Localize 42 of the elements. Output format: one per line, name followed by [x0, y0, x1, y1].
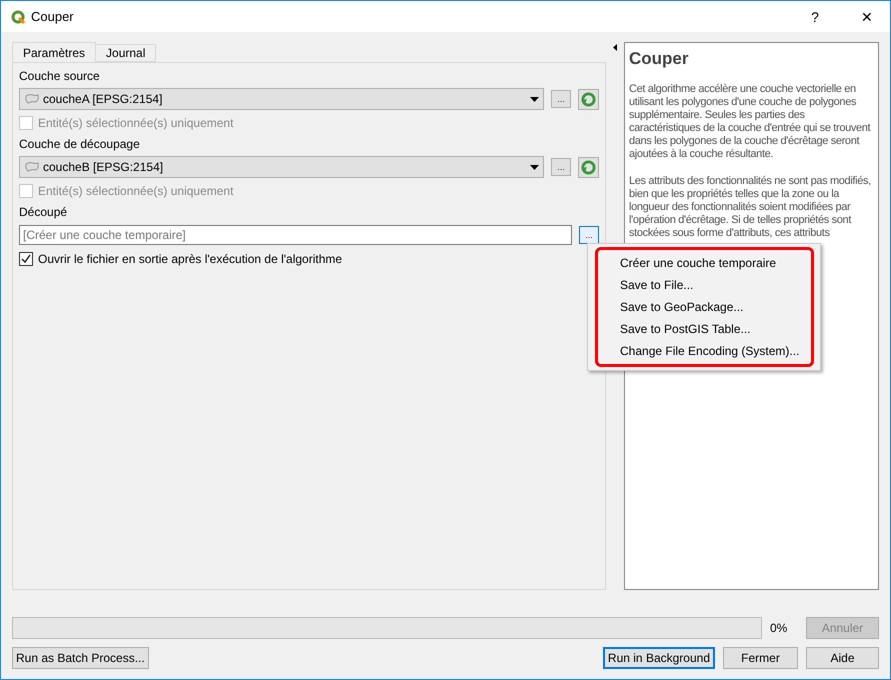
polygon-icon [24, 93, 40, 105]
window-title: Couper [31, 9, 75, 24]
polygon-icon [24, 161, 40, 173]
menu-item[interactable]: Save to GeoPackage... [598, 296, 811, 318]
dialog-button[interactable]: Aide [806, 647, 879, 669]
menu-item[interactable]: Créer une couche temporaire [598, 252, 811, 274]
checkbox-label: Entité(s) sélectionnée(s) uniquement [38, 116, 234, 130]
browse-button[interactable]: ... [579, 226, 599, 244]
field-label: Couche source [19, 68, 101, 84]
dialog-button[interactable]: Run in Background [602, 647, 715, 669]
menu-item[interactable]: Save to File... [598, 274, 811, 296]
refresh-icon [581, 160, 596, 174]
dialog-button[interactable]: Run as Batch Process... [12, 647, 149, 669]
tab[interactable]: Paramètres [12, 42, 96, 62]
collapse-arrow-icon[interactable] [613, 44, 617, 51]
progress-reading: 0% [770, 621, 788, 635]
app-logo-icon [11, 10, 25, 24]
field-label: Couche de découpage [19, 136, 141, 152]
help-paragraph: Les attributs des fonctionnalités ne sont pas modifiés, bien que les propriétés telles que la zone ou la longueur des fonctionnalités soient modifiées par l'opération d'écrêtage. Si de telles propriétés sont stockées sous forme d'attributs, ces attributs [629, 175, 872, 240]
close-button[interactable]: ✕ [844, 1, 890, 32]
browse-button[interactable]: ... [551, 158, 571, 176]
checkbox-label: Ouvrir le fichier en sortie après l'exécution de l'algorithme [38, 252, 342, 266]
output-field[interactable]: [Créer une couche temporaire] [19, 225, 572, 245]
menu-item[interactable]: Change File Encoding (System)... [598, 340, 811, 362]
refresh-button[interactable] [578, 88, 599, 110]
checkmark-icon [21, 254, 31, 264]
layer-dropdown[interactable]: coucheA [EPSG:2154] [19, 88, 544, 110]
refresh-icon [581, 92, 596, 106]
tab[interactable]: Journal [95, 44, 156, 62]
dropdown-arrow-icon [530, 164, 539, 170]
checkbox-label: Entité(s) sélectionnée(s) uniquement [38, 184, 234, 198]
dropdown-arrow-icon [530, 96, 539, 102]
checkbox[interactable] [19, 252, 33, 266]
browse-button[interactable]: ... [551, 90, 571, 108]
help-title: Couper [629, 49, 690, 69]
help-paragraph: Cet algorithme accélère une couche vectorielle en utilisant les polygones d'une couche de polygones supplémentaire. Seules les parties des caractéristiques de la couche d'entrée qui se trouvent dans les polygones de la couche d'écrêtage seront ajoutées à la couche résultante. [629, 83, 872, 161]
layer-dropdown[interactable]: coucheB [EPSG:2154] [19, 156, 544, 178]
menu-item[interactable]: Save to PostGIS Table... [598, 318, 811, 340]
dialog-button[interactable]: Fermer [723, 647, 798, 669]
refresh-button[interactable] [578, 156, 599, 178]
field-label: Découpé [19, 204, 68, 220]
help-button[interactable]: ? [792, 1, 838, 32]
